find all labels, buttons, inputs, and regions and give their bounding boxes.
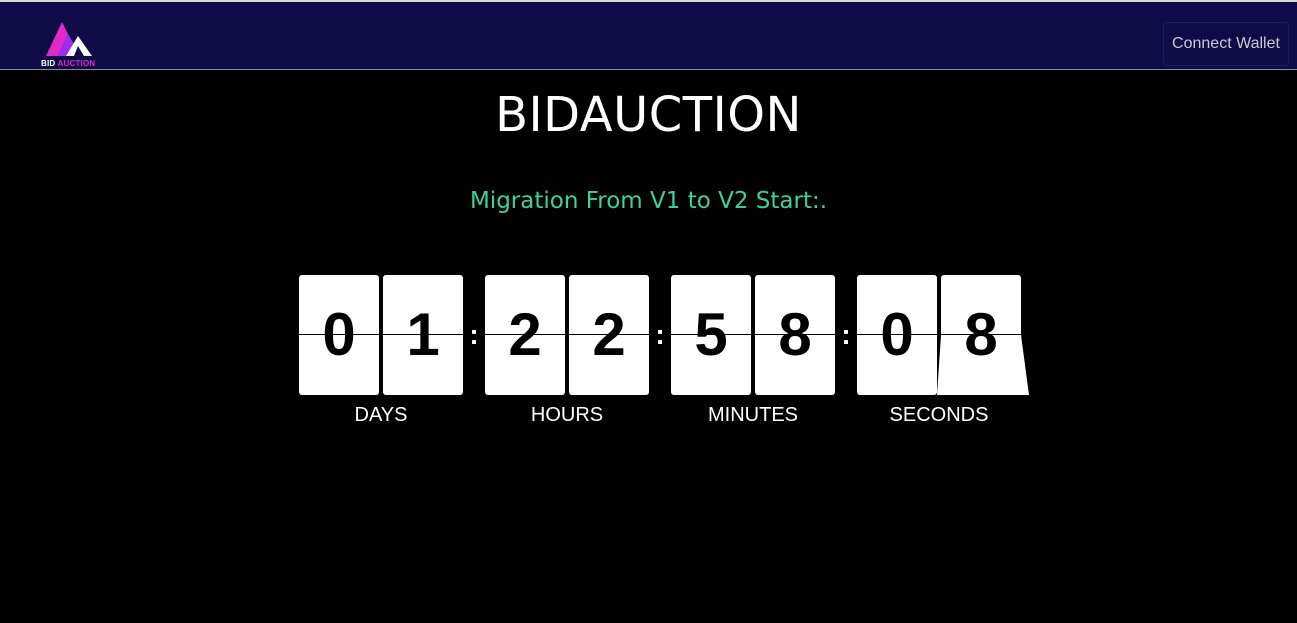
hours-digit-card: 2	[569, 275, 649, 395]
bid-auction-logo[interactable]: BID AUCTION	[38, 16, 100, 70]
days-label: DAYS	[354, 404, 408, 426]
flip-card-top-half: 8	[941, 275, 1021, 334]
countdown-timer: 0 1 DAYS : 2 2 HOURS : 5 8 MINUTES: 0 S…	[299, 275, 1039, 435]
seconds-label: SECONDS	[889, 404, 989, 426]
hours-digit-1: 2	[508, 301, 542, 368]
seconds-digit-card: 0	[857, 275, 937, 395]
minutes-label: MINUTES	[708, 404, 798, 426]
page-title: BIDAUCTION	[495, 87, 802, 143]
logo-word-bid: BID	[41, 59, 56, 68]
logo-mark-icon	[46, 22, 92, 56]
card-split-line	[857, 334, 937, 335]
card-split-line	[671, 334, 751, 335]
connect-wallet-button[interactable]: Connect Wallet	[1163, 22, 1289, 66]
minutes-digit-1: 5	[694, 301, 728, 368]
minutes-digit-card: 5	[671, 275, 751, 395]
countdown-minutes: 5 8 MINUTES	[671, 275, 835, 435]
logo-wordmark: BID AUCTION	[41, 59, 95, 69]
flip-card-bottom-half: 8	[937, 335, 1029, 395]
days-digit-card: 1	[383, 275, 463, 395]
card-split-line	[299, 334, 379, 335]
hours-label: HOURS	[530, 404, 604, 426]
seconds-digit-2-top: 8	[941, 275, 1021, 334]
minutes-digit-card: 8	[755, 275, 835, 395]
card-split-line	[383, 334, 463, 335]
countdown-separator: :	[841, 319, 851, 350]
seconds-digit-card-flipping: 8 8	[937, 275, 1029, 395]
days-digit-card: 0	[299, 275, 379, 395]
countdown-days: 0 1 DAYS	[299, 275, 463, 435]
migration-subtitle: Migration From V1 to V2 Start:.	[469, 188, 828, 214]
minutes-digit-2: 8	[778, 301, 812, 368]
hours-digit-2: 2	[592, 301, 626, 368]
navbar: BID AUCTION Connect Wallet	[0, 2, 1297, 70]
days-digit-2: 1	[406, 301, 440, 368]
days-digit-1: 0	[322, 301, 356, 368]
countdown-separator: :	[655, 319, 665, 350]
countdown-seconds: 0 8 8 SECONDS	[857, 275, 1029, 435]
seconds-digit-2-bottom: 8	[941, 335, 1021, 395]
card-split-line	[755, 334, 835, 335]
hours-digit-card: 2	[485, 275, 565, 395]
card-split-line	[485, 334, 565, 335]
logo-word-auction: AUCTION	[57, 59, 96, 68]
countdown-hours: 2 2 HOURS	[485, 275, 649, 435]
countdown-separator: :	[469, 319, 479, 350]
seconds-digit-1: 0	[880, 301, 914, 368]
card-split-line	[569, 334, 649, 335]
